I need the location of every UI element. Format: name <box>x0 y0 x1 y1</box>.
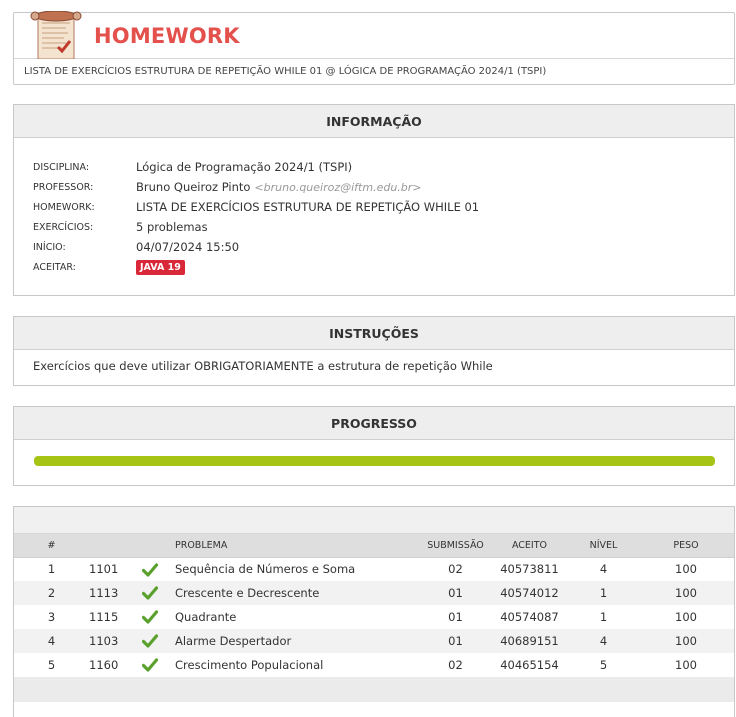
check-icon <box>142 610 158 624</box>
table-row[interactable]: 3 1115 Quadrante 01 40574087 1 100 <box>14 605 734 629</box>
problem-name-link[interactable]: Crescimento Populacional <box>171 653 421 677</box>
problems-panel: # PROBLEMA SUBMISSÃO ACEITO NÍVEL PESO 1… <box>13 506 735 717</box>
check-icon <box>142 658 158 672</box>
status-cell <box>129 581 171 605</box>
check-icon <box>142 634 158 648</box>
problems-table: # PROBLEMA SUBMISSÃO ACEITO NÍVEL PESO 1… <box>14 534 734 677</box>
homework-header: HOMEWORK LISTA DE EXERCÍCIOS ESTRUTURA D… <box>13 11 735 85</box>
problem-weight: 100 <box>675 562 697 577</box>
info-key: INÍCIO: <box>33 241 66 253</box>
professor-email: <bruno.queiroz@iftm.edu.br> <box>254 180 422 194</box>
table-row[interactable]: 1 1101 Sequência de Números e Soma 02 405738… <box>14 557 734 581</box>
info-value: Bruno Queiroz Pinto <box>136 180 251 194</box>
problem-name-link[interactable]: Alarme Despertador <box>171 629 421 653</box>
info-list: DISCIPLINA: Lógica de Programação 2024/1… <box>14 138 734 277</box>
accepted-run-link[interactable]: 40689151 <box>490 629 569 653</box>
progress-bar-fill <box>34 456 715 466</box>
status-cell <box>129 653 171 677</box>
progress-heading: PROGRESSO <box>14 407 734 440</box>
info-value: 04/07/2024 15:50 <box>136 240 240 254</box>
accepted-run-link[interactable]: 40465154 <box>490 653 569 677</box>
problem-level: 4 <box>569 629 638 653</box>
problem-weight: 100 <box>675 658 697 672</box>
row-number: 2 <box>14 581 89 605</box>
info-row-aceitar: ACEITAR: JAVA 19 <box>33 257 734 277</box>
col-submission[interactable]: SUBMISSÃO <box>421 534 490 558</box>
problems-footer-strip <box>14 677 734 702</box>
info-key: PROFESSOR: <box>33 181 94 193</box>
page-title: HOMEWORK <box>94 24 240 48</box>
info-key: HOMEWORK: <box>33 201 95 213</box>
problem-id-link[interactable]: 1113 <box>89 581 129 605</box>
problem-id-link[interactable]: 1103 <box>89 629 129 653</box>
info-row-professor: PROFESSOR: Bruno Queiroz Pinto <bruno.qu… <box>33 177 734 197</box>
info-key: DISCIPLINA: <box>33 161 90 173</box>
col-problem[interactable]: PROBLEMA <box>171 534 421 558</box>
instructions-panel: INSTRUÇÕES Exercícios que deve utilizar … <box>13 316 735 386</box>
table-row[interactable]: 5 1160 Crescimento Populacional 02 40465154 5… <box>14 653 734 677</box>
accepted-run-link[interactable]: 40574012 <box>490 581 569 605</box>
info-value: Lógica de Programação 2024/1 (TSPI) <box>136 160 353 174</box>
submission-count: 01 <box>448 610 463 624</box>
accepted-run-link[interactable]: 40573811 <box>490 557 569 581</box>
breadcrumb: LISTA DE EXERCÍCIOS ESTRUTURA DE REPETIÇ… <box>24 66 547 77</box>
col-status <box>129 534 171 558</box>
col-number[interactable]: # <box>14 534 89 558</box>
problem-weight: 100 <box>638 581 734 605</box>
submission-count: 01 <box>421 629 490 653</box>
problem-level: 4 <box>599 562 608 577</box>
info-heading: INFORMAÇÃO <box>14 105 734 138</box>
problems-top-strip <box>14 507 734 534</box>
problem-level: 5 <box>599 658 608 672</box>
col-level[interactable]: NÍVEL <box>569 534 638 558</box>
problem-level: 1 <box>569 581 638 605</box>
problem-id-link[interactable]: 1115 <box>89 605 129 629</box>
language-badge: JAVA 19 <box>136 259 185 275</box>
info-row-disciplina: DISCIPLINA: Lógica de Programação 2024/1… <box>33 157 734 177</box>
problems-table-body: 1 1101 Sequência de Números e Soma 02 405738… <box>14 557 734 677</box>
problem-name-link[interactable]: Sequência de Números e Soma <box>171 557 421 581</box>
accepted-run-link[interactable]: 40574087 <box>490 605 569 629</box>
col-id <box>89 534 129 558</box>
info-value: 5 problemas <box>136 220 208 234</box>
progress-panel: PROGRESSO <box>13 406 735 486</box>
col-weight[interactable]: PESO <box>638 534 734 558</box>
row-number: 1 <box>47 562 56 577</box>
table-header-row: # PROBLEMA SUBMISSÃO ACEITO NÍVEL PESO <box>14 534 734 558</box>
problem-weight: 100 <box>675 610 697 624</box>
info-value: LISTA DE EXERCÍCIOS ESTRUTURA DE REPETIÇ… <box>136 200 480 214</box>
problem-name-link[interactable]: Crescente e Decrescente <box>171 581 421 605</box>
table-row[interactable]: 4 1103 Alarme Despertador 01 40689151 4 100 <box>14 629 734 653</box>
submission-count: 02 <box>448 658 463 672</box>
problem-id-link[interactable]: 1160 <box>89 653 129 677</box>
problem-name-link[interactable]: Quadrante <box>171 605 421 629</box>
col-accepted[interactable]: ACEITO <box>490 534 569 558</box>
table-row[interactable]: 2 1113 Crescente e Decrescente 01 40574012 1 1… <box>14 581 734 605</box>
info-panel: INFORMAÇÃO DISCIPLINA: Lógica de Program… <box>13 104 735 296</box>
status-cell <box>129 629 171 653</box>
row-number: 3 <box>47 610 56 624</box>
instructions-heading: INSTRUÇÕES <box>14 317 734 350</box>
status-cell <box>129 605 171 629</box>
status-cell <box>129 557 171 581</box>
info-key: EXERCÍCIOS: <box>33 221 94 233</box>
submission-count: 02 <box>448 562 463 577</box>
info-row-homework: HOMEWORK: LISTA DE EXERCÍCIOS ESTRUTURA … <box>33 197 734 217</box>
scroll-icon <box>30 11 82 59</box>
row-number: 4 <box>14 629 89 653</box>
submission-count: 01 <box>421 581 490 605</box>
info-key: ACEITAR: <box>33 261 76 273</box>
problem-id-link[interactable]: 1101 <box>89 557 129 581</box>
instructions-text: Exercícios que deve utilizar OBRIGATORIA… <box>33 359 493 373</box>
check-icon <box>142 586 158 600</box>
row-number: 5 <box>47 658 56 672</box>
problem-level: 1 <box>599 610 608 624</box>
info-row-exercicios: EXERCÍCIOS: 5 problemas <box>33 217 734 237</box>
progress-bar <box>34 456 715 466</box>
check-icon <box>142 562 158 577</box>
info-row-inicio: INÍCIO: 04/07/2024 15:50 <box>33 237 734 257</box>
header-title-row: HOMEWORK <box>14 11 734 59</box>
problem-weight: 100 <box>638 629 734 653</box>
